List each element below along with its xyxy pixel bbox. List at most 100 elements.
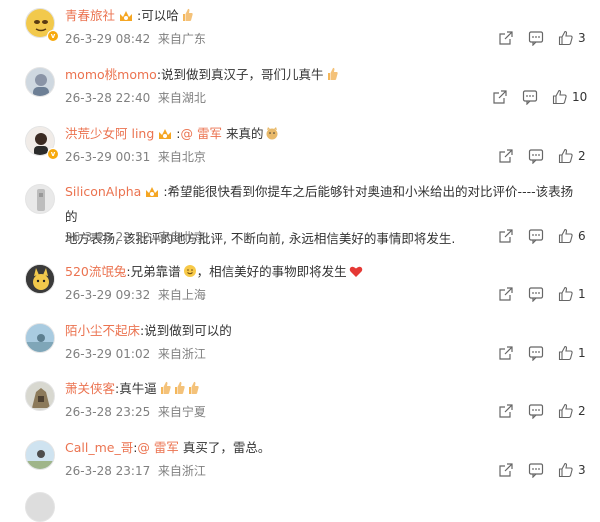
share-icon[interactable]	[498, 403, 514, 419]
like-count: 10	[572, 90, 588, 104]
like-button[interactable]	[558, 30, 574, 46]
avatar[interactable]	[25, 440, 55, 470]
comment-meta: 26-3-29 08:42 来自广东	[65, 30, 206, 47]
username[interactable]: 520流氓兔	[65, 264, 126, 279]
comment-time: 26-3-28 23:25	[65, 405, 151, 419]
like-button[interactable]	[558, 462, 574, 478]
thumbs-up-emoji-icon	[173, 380, 185, 402]
username[interactable]: 洪荒少女阿 ling	[65, 126, 154, 141]
comment-actions: 1	[480, 345, 590, 363]
fan-badge-icon	[118, 8, 134, 30]
thumbs-up-icon	[558, 403, 573, 419]
comment-actions: 3	[480, 462, 590, 480]
comment-icon[interactable]	[528, 345, 544, 361]
comment-list: v 青春旅社 :可以哈 26-3-29 08:42 来自广东 3 momo桃mom…	[0, 0, 600, 522]
comment-icon[interactable]	[528, 30, 544, 46]
username[interactable]: SiliconAlpha	[65, 184, 141, 199]
username[interactable]: 青春旅社	[65, 8, 115, 23]
thumbs-up-emoji-icon	[326, 66, 338, 88]
comment-icon[interactable]	[522, 89, 538, 105]
comment-time: 26-3-29 01:02	[65, 347, 151, 361]
verified-badge-icon: v	[47, 148, 59, 160]
comment-icon[interactable]	[528, 148, 544, 164]
share-icon[interactable]	[498, 228, 514, 244]
thumbs-up-emoji-icon	[187, 380, 199, 402]
avatar[interactable]	[25, 264, 55, 294]
avatar[interactable]	[25, 381, 55, 411]
like-count: 1	[578, 346, 586, 360]
smile-emoji-icon	[183, 263, 197, 285]
avatar[interactable]	[25, 184, 55, 214]
comment-time: 26-3-28 22:52	[65, 230, 151, 244]
comment-text: 520流氓兔:兄弟靠谱 ，相信美好的事物即将发生	[65, 261, 585, 285]
comment-text: 洪荒少女阿 ling:@ 雷军 来真的	[65, 123, 585, 148]
like-count: 6	[578, 229, 586, 243]
comment-body-continued: ，相信美好的事物即将发生	[196, 264, 347, 279]
like-button[interactable]	[552, 89, 568, 105]
thumbs-up-icon	[558, 228, 573, 244]
mention-link[interactable]: @ 雷军	[137, 440, 178, 455]
comment-icon[interactable]	[528, 228, 544, 244]
heart-emoji-icon	[349, 263, 363, 285]
like-button[interactable]	[558, 345, 574, 361]
comment-body: 真买了，雷总。	[178, 440, 271, 455]
thumbs-up-emoji-icon	[181, 7, 193, 29]
comment-body: :可以哈	[137, 8, 179, 23]
comment-actions: 2	[480, 403, 590, 421]
verified-badge-icon: v	[47, 30, 59, 42]
username[interactable]: momo桃momo	[65, 67, 157, 82]
comment-body: 来真的	[221, 126, 264, 141]
username[interactable]: Call_me_哥	[65, 440, 133, 455]
comment-location: 来自湖北	[157, 91, 206, 105]
comment-meta: 26-3-29 09:32 来自上海	[65, 286, 206, 303]
doge-emoji-icon	[265, 125, 279, 147]
comment-actions: 3	[480, 30, 590, 48]
username[interactable]: 萧关侠客	[65, 381, 115, 396]
like-button[interactable]	[558, 148, 574, 164]
thumbs-up-icon	[558, 148, 573, 164]
like-count: 2	[578, 404, 586, 418]
comment-time: 26-3-29 08:42	[65, 32, 151, 46]
thumbs-up-icon	[558, 462, 573, 478]
thumbs-up-icon	[558, 30, 573, 46]
username[interactable]: 陌小尘不起床	[65, 323, 140, 338]
comment-time: 26-3-29 09:32	[65, 288, 151, 302]
share-icon[interactable]	[498, 345, 514, 361]
comment-body: :说到做到可以的	[140, 323, 232, 338]
share-icon[interactable]	[492, 89, 508, 105]
comment-meta: 26-3-29 01:02 来自浙江	[65, 345, 206, 362]
thumbs-up-icon	[552, 89, 567, 105]
comment-meta: 26-3-28 22:52 来自北京	[65, 228, 206, 245]
comment-location: 来自北京	[157, 230, 206, 244]
comment-icon[interactable]	[528, 286, 544, 302]
comment-text: momo桃momo:说到做到真汉子，哥们儿真牛	[65, 64, 585, 88]
comment-icon[interactable]	[528, 462, 544, 478]
thumbs-up-emoji-icon	[159, 380, 171, 402]
share-icon[interactable]	[498, 30, 514, 46]
comment-location: 来自浙江	[157, 347, 206, 361]
comment-text: 萧关侠客:真牛逼	[65, 378, 585, 402]
comment-time: 26-3-29 00:31	[65, 150, 151, 164]
fan-badge-icon	[144, 184, 160, 206]
like-button[interactable]	[558, 403, 574, 419]
comment-body: :真牛逼	[115, 381, 157, 396]
share-icon[interactable]	[498, 148, 514, 164]
mention-link[interactable]: @ 雷军	[181, 126, 222, 141]
comment-actions: 2	[480, 148, 590, 166]
avatar[interactable]	[25, 492, 55, 522]
comment-icon[interactable]	[528, 403, 544, 419]
thumbs-up-icon	[558, 345, 573, 361]
like-count: 1	[578, 287, 586, 301]
avatar[interactable]	[25, 323, 55, 353]
like-count: 3	[578, 463, 586, 477]
comment-location: 来自北京	[157, 150, 206, 164]
comment-location: 来自上海	[157, 288, 206, 302]
comment-location: 来自浙江	[157, 464, 206, 478]
fan-badge-icon	[157, 126, 173, 148]
share-icon[interactable]	[498, 286, 514, 302]
like-button[interactable]	[558, 286, 574, 302]
share-icon[interactable]	[498, 462, 514, 478]
avatar[interactable]	[25, 67, 55, 97]
comment-time: 26-3-28 23:17	[65, 464, 151, 478]
like-button[interactable]	[558, 228, 574, 244]
